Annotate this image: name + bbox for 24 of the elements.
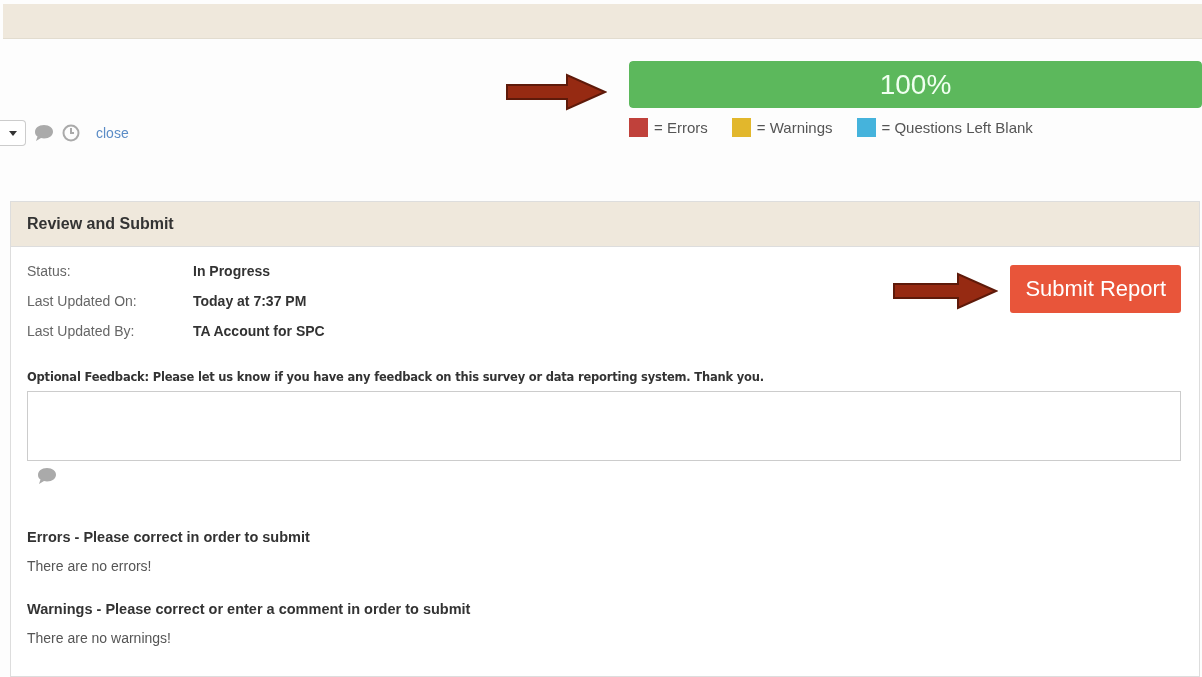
clock-icon xyxy=(62,124,80,142)
field-value: TA Account for SPC xyxy=(193,323,325,339)
field-label: Last Updated On: xyxy=(27,293,138,309)
comment-icon xyxy=(34,124,54,142)
section-message: There are no errors! xyxy=(27,558,153,574)
section-heading: Errors - Please correct in order to submit xyxy=(27,529,311,545)
section-message: There are no warnings! xyxy=(27,630,172,646)
field-label: Last Updated By: xyxy=(27,323,136,339)
feedback-field[interactable] xyxy=(27,391,1181,461)
progress-label: 100% xyxy=(878,67,953,102)
section-heading: Warnings - Please correct or enter a comment in order to submit xyxy=(27,601,472,617)
field-value: In Progress xyxy=(193,263,272,279)
caret-icon xyxy=(8,130,17,136)
legend-label: = Errors xyxy=(654,119,708,136)
dropdown-button[interactable] xyxy=(0,120,26,146)
comment-icon xyxy=(37,467,57,485)
legend-label: = Questions Left Blank xyxy=(881,119,1033,136)
submit-button[interactable]: Submit Report xyxy=(1010,265,1181,313)
feedback-label: Optional Feedback: Please let us know if you have any feedback on this survey or data reporting system. Thank you. xyxy=(27,370,765,384)
field-label: Status: xyxy=(27,263,72,279)
field-value: Today at 7:37 PM xyxy=(193,293,308,309)
legend-label: = Warnings xyxy=(756,119,833,136)
close-link[interactable]: close xyxy=(96,125,129,141)
panel-title: Review and Submit xyxy=(11,202,1199,247)
